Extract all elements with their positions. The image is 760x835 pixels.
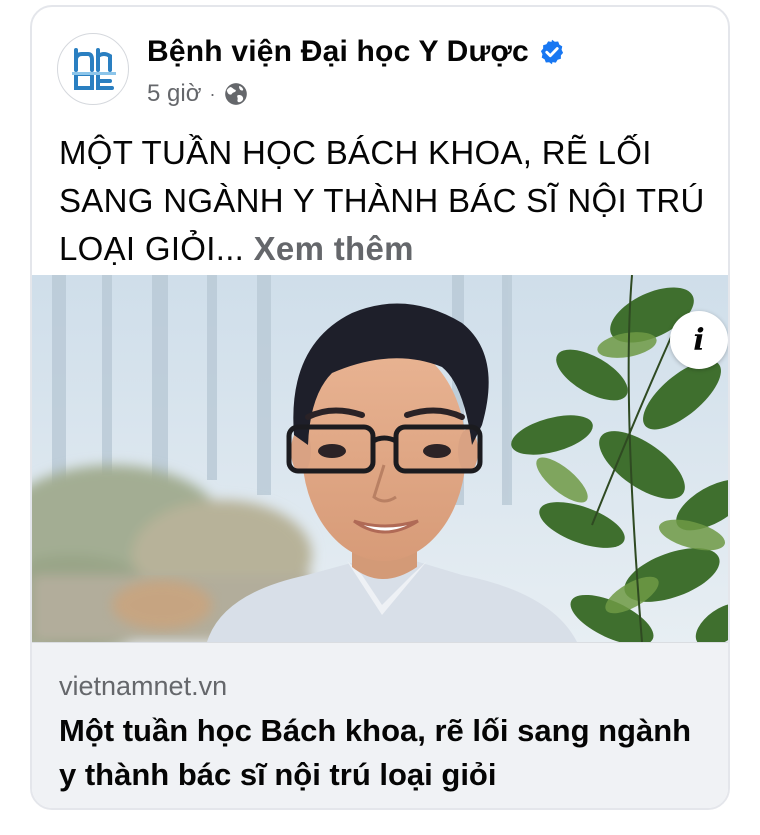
post-header: Bệnh viện Đại học Y Dược 5 giờ · <box>32 7 728 117</box>
link-domain: vietnamnet.vn <box>59 671 228 701</box>
post-text: MỘT TUẦN HỌC BÁCH KHOA, RẼ LỐI SANG NGÀN… <box>59 129 709 273</box>
verified-badge-icon <box>540 39 563 65</box>
post-meta: 5 giờ · <box>147 80 249 108</box>
post-timestamp[interactable]: 5 giờ <box>147 80 201 108</box>
info-button[interactable]: i <box>670 311 728 369</box>
meta-separator: · <box>209 83 216 104</box>
link-preview-image[interactable]: i <box>32 275 728 642</box>
link-preview[interactable]: vietnamnet.vn Một tuần học Bách khoa, rẽ… <box>32 642 728 808</box>
hospital-logo-icon <box>72 48 116 90</box>
page-name[interactable]: Bệnh viện Đại học Y Dược <box>147 35 529 69</box>
globe-icon[interactable] <box>223 81 249 107</box>
post-card: Bệnh viện Đại học Y Dược 5 giờ · MỘT TUẦ… <box>30 5 730 810</box>
info-icon: i <box>693 322 705 358</box>
see-more-link[interactable]: Xem thêm <box>254 230 414 267</box>
link-title[interactable]: Một tuần học Bách khoa, rẽ lối sang ngàn… <box>59 709 709 797</box>
page-avatar[interactable] <box>57 33 129 105</box>
portrait-photo <box>32 275 728 642</box>
page-name-row: Bệnh viện Đại học Y Dược <box>147 35 566 69</box>
